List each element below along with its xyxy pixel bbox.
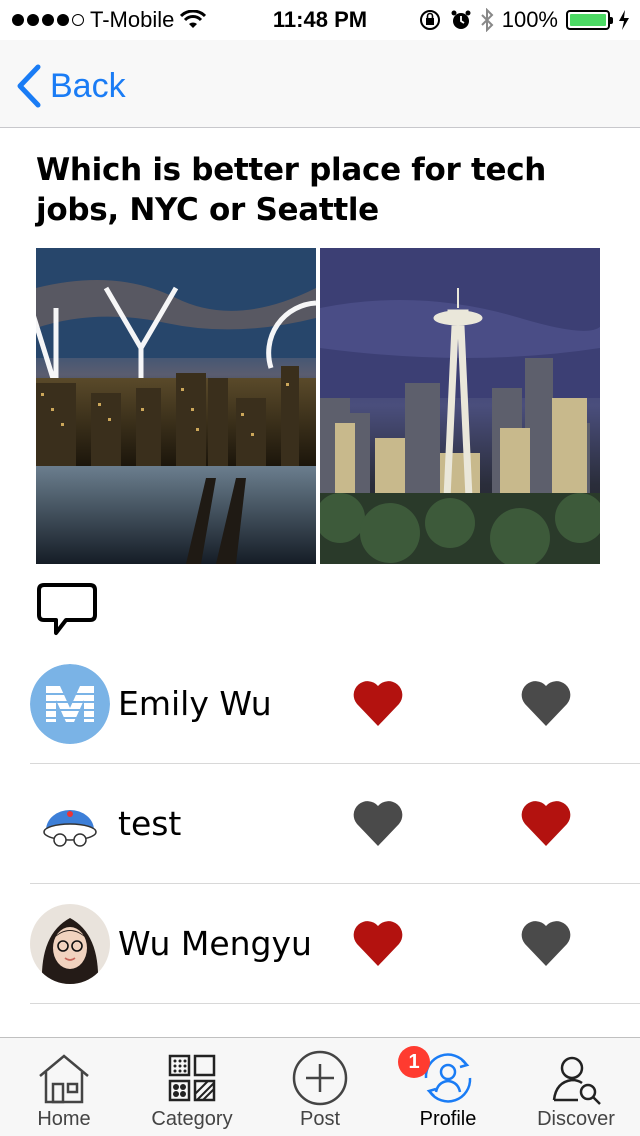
discover-icon — [552, 1056, 601, 1105]
voter-name: test — [118, 804, 182, 843]
alarm-icon — [451, 10, 471, 29]
tab-label: Discover — [537, 1108, 615, 1130]
photo-avatar-icon — [30, 904, 110, 984]
comment-icon[interactable] — [36, 582, 98, 636]
category-icon — [168, 1054, 216, 1102]
tab-discover[interactable]: Discover — [512, 1038, 640, 1136]
tab-profile[interactable]: 1 Profile — [384, 1038, 512, 1136]
option-image-seattle[interactable] — [320, 248, 600, 564]
heart-icon[interactable] — [352, 798, 404, 848]
heart-icon[interactable] — [520, 678, 572, 728]
option-image-nyc[interactable] — [36, 248, 316, 564]
heart-icon[interactable] — [520, 918, 572, 968]
home-icon — [39, 1054, 89, 1104]
back-button[interactable]: Back — [16, 64, 126, 108]
back-label: Back — [50, 66, 126, 105]
voter-name: Emily Wu — [118, 684, 272, 723]
tab-label: Post — [299, 1108, 341, 1130]
tab-label: Profile — [419, 1108, 477, 1130]
avatar[interactable] — [30, 784, 110, 864]
tab-label: Category — [151, 1108, 233, 1130]
navigation-bar: Back — [0, 40, 640, 128]
heart-icon-liked[interactable] — [352, 918, 404, 968]
tab-category[interactable]: Category — [128, 1038, 256, 1136]
tab-post[interactable]: Post — [256, 1038, 384, 1136]
status-bar: T-Mobile 11:48 PM 100% — [0, 0, 640, 40]
voter-row: Emily Wu — [30, 644, 640, 764]
nyc-skyline-image — [36, 248, 316, 564]
tab-bar: Home Category Post 1 Profile Discover — [0, 1037, 640, 1136]
plus-circle-icon — [292, 1050, 348, 1106]
rotation-lock-icon — [419, 10, 440, 30]
voter-row: test — [30, 764, 640, 884]
battery-icon — [566, 10, 613, 30]
bluetooth-icon — [481, 8, 494, 32]
seattle-skyline-image — [320, 248, 600, 564]
heart-icon-liked[interactable] — [352, 678, 404, 728]
chevron-left-icon — [17, 64, 41, 108]
tab-home[interactable]: Home — [0, 1038, 128, 1136]
avatar[interactable] — [30, 664, 110, 744]
charging-icon — [619, 10, 629, 30]
heart-icon-liked[interactable] — [520, 798, 572, 848]
voter-row: Wu Mengyu — [30, 884, 640, 1004]
tab-label: Home — [37, 1108, 91, 1130]
robot-avatar-icon — [30, 784, 110, 864]
question-title: Which is better place for tech jobs, NYC… — [36, 152, 547, 228]
voter-name: Wu Mengyu — [118, 924, 312, 963]
notification-badge: 1 — [398, 1046, 430, 1078]
battery-percent: 100% — [501, 7, 558, 32]
letter-m-avatar-icon — [30, 664, 110, 744]
avatar[interactable] — [30, 904, 110, 984]
